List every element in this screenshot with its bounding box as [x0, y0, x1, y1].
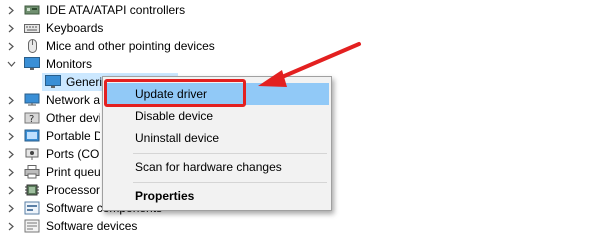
- annotation-arrow: [258, 42, 361, 87]
